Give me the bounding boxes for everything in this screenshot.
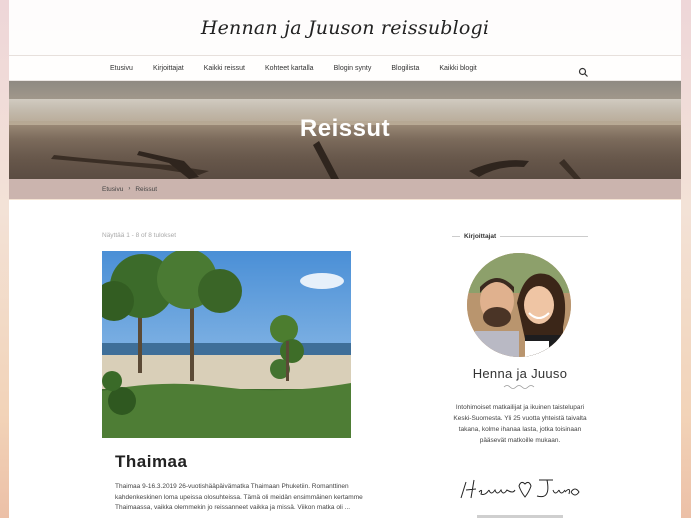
main-nav: Etusivu Kirjoittajat Kaikki reissut Koht… xyxy=(9,56,681,81)
site-title[interactable]: Hennan ja Juuson reissublogi xyxy=(201,17,489,39)
decorative-squiggle xyxy=(503,385,535,389)
breadcrumb-separator: › xyxy=(128,186,131,192)
post-excerpt: Thaimaa 9-16.3.2019 26-vuotishääpäivämat… xyxy=(115,483,363,511)
page-background-right xyxy=(680,0,691,518)
author-bio: Intohimoiset matkailijat ja ikuinen tais… xyxy=(453,404,587,444)
hero-banner: Reissut xyxy=(9,81,681,179)
page-title: Reissut xyxy=(299,115,391,142)
results-count: Näyttää 1 - 8 of 8 tulokset xyxy=(102,232,177,239)
handwritten-signature xyxy=(460,479,580,499)
author-name: Henna ja Juuso xyxy=(472,366,568,381)
nav-item-etusivu[interactable]: Etusivu xyxy=(110,65,133,72)
sidebar-heading: Kirjoittajat xyxy=(452,233,588,240)
nav-item-kaikki-blogit[interactable]: Kaikki blogit xyxy=(439,65,476,72)
sidebar-heading-text: Kirjoittajat xyxy=(464,233,497,240)
beach-photo xyxy=(102,251,351,438)
site-header: Hennan ja Juuson reissublogi xyxy=(9,0,681,56)
heading-divider-left xyxy=(452,236,460,237)
breadcrumb-current: Reissut xyxy=(135,185,158,193)
page-frame: Hennan ja Juuson reissublogi Etusivu Kir… xyxy=(9,0,681,518)
breadcrumb: Etusivu › Reissut xyxy=(9,179,681,199)
post-thumbnail[interactable] xyxy=(102,251,351,438)
author-photo xyxy=(467,253,571,357)
author-avatar xyxy=(467,253,571,357)
nav-item-blogilista[interactable]: Blogilista xyxy=(391,65,419,72)
nav-item-blogin-synty[interactable]: Blogin synty xyxy=(334,65,372,72)
search-icon[interactable] xyxy=(578,63,589,77)
nav-item-kaikki-reissut[interactable]: Kaikki reissut xyxy=(204,65,245,72)
post-title[interactable]: Thaimaa xyxy=(115,452,187,472)
nav-item-kirjoittajat[interactable]: Kirjoittajat xyxy=(153,65,184,72)
main-content: Näyttää 1 - 8 of 8 tulokset Thaimaa Thai… xyxy=(9,200,681,518)
breadcrumb-home-link[interactable]: Etusivu xyxy=(102,186,123,193)
nav-item-kohteet-kartalla[interactable]: Kohteet kartalla xyxy=(265,65,314,72)
heading-divider-right xyxy=(500,236,588,237)
